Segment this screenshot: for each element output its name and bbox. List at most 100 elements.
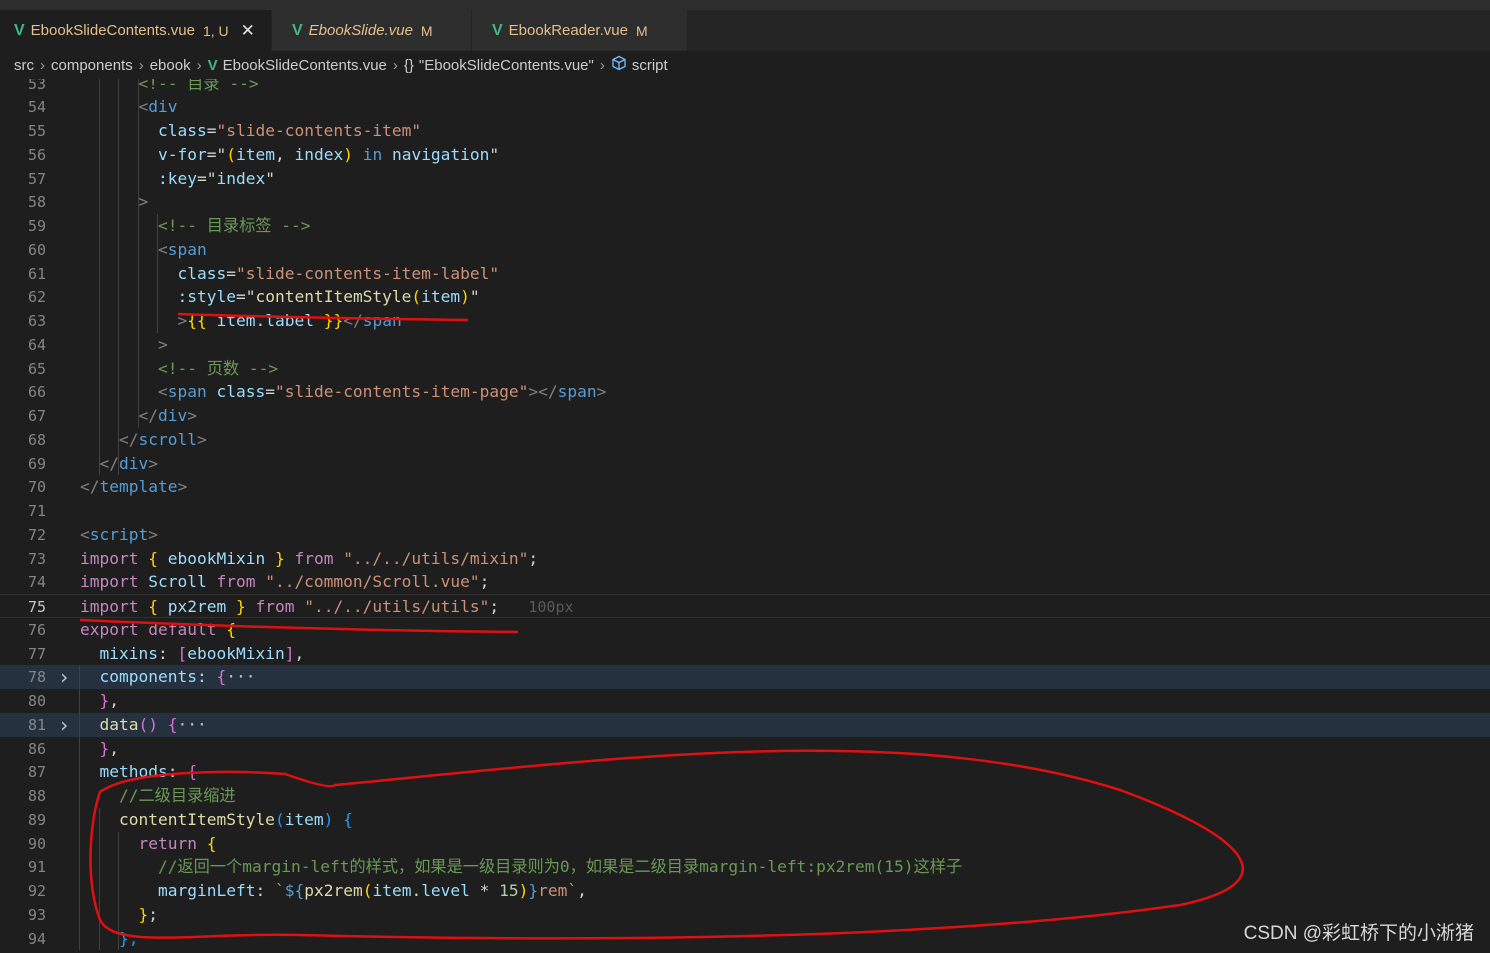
code-line[interactable]: 90 return { — [0, 832, 1490, 856]
code-text: }, — [119, 927, 139, 951]
code-token: { — [148, 548, 158, 568]
code-token: ( — [226, 144, 236, 164]
code-line[interactable]: 81 › data() {··· — [0, 712, 1490, 737]
code-token: < — [158, 239, 168, 259]
code-token: template — [99, 477, 178, 497]
code-token: from — [255, 597, 295, 616]
code-line[interactable]: 67 </div> — [0, 404, 1490, 428]
line-number: 72 — [27, 525, 46, 544]
code-line[interactable]: 77 mixins: [ebookMixin], — [0, 642, 1490, 666]
code-line[interactable]: 59 <!-- 目录标签 --> — [0, 214, 1490, 238]
code-token: div — [148, 97, 178, 117]
code-token: " — [469, 287, 480, 307]
code-text: //二级目录缩进 — [119, 784, 236, 808]
code-token: span — [167, 239, 207, 259]
code-token: :style — [177, 287, 236, 307]
code-token: ; — [148, 904, 158, 924]
code-token: ( — [411, 287, 422, 307]
code-token: "../../utils/utils" — [304, 597, 490, 616]
code-line[interactable]: 89 contentItemStyle(item) { — [0, 808, 1490, 832]
breadcrumb-components[interactable]: components — [51, 57, 133, 74]
code-line[interactable]: 76 export default { — [0, 618, 1490, 642]
code-line[interactable]: 55 class="slide-contents-item" — [0, 119, 1490, 143]
code-line[interactable]: 78 › components: {··· — [0, 665, 1490, 690]
code-line[interactable]: 69 </div> — [0, 452, 1490, 476]
code-line[interactable]: 73 import { ebookMixin } from "../../util… — [0, 547, 1490, 571]
line-number: 92 — [27, 882, 46, 900]
code-token: > — [187, 406, 197, 425]
code-line[interactable]: 86}, — [0, 737, 1490, 761]
code-text: methods: { — [100, 760, 197, 784]
code-token: =" — [196, 168, 217, 188]
code-token: export — [80, 619, 139, 639]
code-line[interactable]: 64 > — [0, 333, 1490, 357]
code-token: "../common/Scroll.vue" — [265, 572, 480, 592]
code-token: }, — [119, 928, 139, 948]
code-line[interactable]: 62:style="contentItemStyle(item)" — [0, 285, 1490, 309]
code-text: mixins: [ebookMixin], — [100, 642, 305, 666]
code-line[interactable]: 56 v-for="(item, index) in navigation" — [0, 143, 1490, 167]
code-text: }; — [139, 903, 159, 927]
close-icon[interactable]: ✕ — [241, 21, 255, 41]
code-token: < — [158, 382, 168, 402]
code-line[interactable]: 68 </scroll> — [0, 428, 1490, 452]
chevron-right-icon[interactable]: › — [58, 713, 70, 737]
line-number: 54 — [27, 98, 46, 117]
code-line[interactable]: 66 <span class="slide-contents-item-page"… — [0, 380, 1490, 404]
indent-guide — [118, 79, 119, 476]
code-line[interactable]: 65 <!-- 页数 --> — [0, 357, 1490, 381]
code-token: > — [158, 334, 168, 354]
code-token: = — [226, 263, 236, 283]
code-token: {{ — [187, 311, 207, 330]
code-line[interactable]: 57:key="index" — [0, 167, 1490, 191]
code-line[interactable]: 53 <!-- 目录 --> — [0, 79, 1490, 96]
code-token: mixins — [99, 643, 158, 663]
code-line[interactable]: 71 — [0, 499, 1490, 523]
tab-ebook-reader[interactable]: V EbookReader.vue M — [472, 10, 688, 51]
code-line[interactable]: 75 import { px2rem } from "../../utils/ut… — [0, 594, 1490, 618]
code-token: navigation — [391, 144, 490, 164]
code-token: div — [158, 406, 188, 425]
breadcrumb-src[interactable]: src — [14, 57, 34, 74]
code-line[interactable]: 92 marginLeft: `${px2rem(item.level * 15)… — [0, 879, 1490, 903]
code-token: span — [362, 311, 402, 330]
tab-ebook-slide-contents[interactable]: V EbookSlideContents.vue 1, U ✕ — [0, 10, 272, 51]
tab-ebook-slide[interactable]: V EbookSlide.vue M — [272, 10, 472, 51]
code-token: rem` — [538, 881, 578, 900]
code-token: ( — [274, 809, 285, 829]
line-number: 70 — [27, 478, 46, 497]
breadcrumb-ebook[interactable]: ebook — [150, 57, 191, 74]
code-line[interactable]: 58 > — [0, 190, 1490, 214]
code-token: , — [109, 691, 119, 710]
indent-guide — [99, 79, 100, 476]
code-editor[interactable]: 53 <!-- 目录 --> 54 <div 55 class="slide-conten… — [0, 79, 1490, 953]
code-line[interactable]: 60 <span — [0, 238, 1490, 262]
line-number: 60 — [27, 240, 46, 259]
code-line[interactable]: 63 >{{ item.label }}</span — [0, 309, 1490, 333]
breadcrumb-file[interactable]: EbookSlideContents.vue — [223, 57, 387, 74]
code-line[interactable]: 61 class="slide-contents-item-label" — [0, 262, 1490, 286]
code-line[interactable]: 80}, — [0, 689, 1490, 713]
code-line[interactable]: 74 import Scroll from "../common/Scroll.v… — [0, 570, 1490, 594]
code-line[interactable]: 91 //返回一个margin-left的样式，如果是一级目录则为0，如果是二级目… — [0, 855, 1490, 879]
breadcrumb-module[interactable]: "EbookSlideContents.vue" — [419, 57, 594, 74]
code-line[interactable]: 88 //二级目录缩进 — [0, 784, 1490, 808]
code-token: = — [265, 382, 275, 402]
code-token: =" — [206, 144, 227, 164]
chevron-right-icon[interactable]: › — [58, 665, 70, 689]
code-line[interactable]: 87 methods: { — [0, 760, 1490, 784]
code-token: ; — [479, 572, 490, 592]
braces-icon: {} — [403, 56, 414, 74]
code-line[interactable]: 70 </template> — [0, 475, 1490, 499]
vue-icon: V — [207, 56, 218, 74]
code-line[interactable]: 54 <div — [0, 95, 1490, 119]
breadcrumb-script[interactable]: script — [632, 57, 668, 74]
code-line[interactable]: 72 <script> — [0, 523, 1490, 547]
